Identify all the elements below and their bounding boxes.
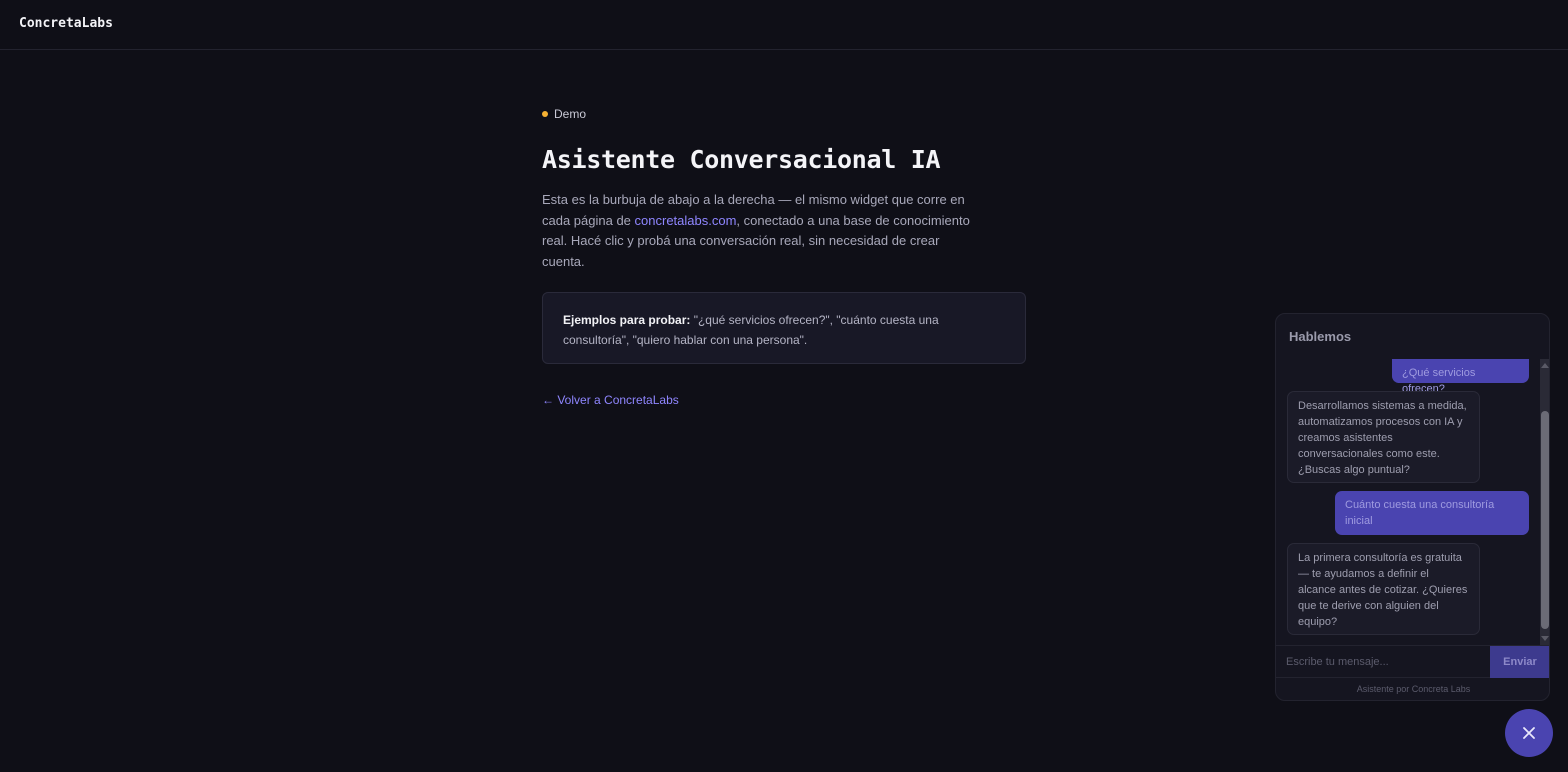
chat-scrollbar[interactable] (1540, 359, 1549, 645)
chat-message-user: ¿Qué servicios ofrecen? (1392, 359, 1529, 395)
close-icon (1523, 727, 1535, 739)
brand-logo[interactable]: ConcretaLabs (19, 16, 113, 31)
chat-message-bot: Desarrollamos sistemas a medida, automat… (1287, 391, 1480, 483)
chat-messages[interactable]: ¿Qué servicios ofrecen? Desarrollamos si… (1276, 359, 1540, 645)
page-title: Asistente Conversacional IA (542, 145, 941, 174)
chat-input-row: Enviar (1276, 645, 1549, 678)
chat-message-input[interactable] (1276, 646, 1490, 678)
chat-footer: Asistente por Concreta Labs (1356, 684, 1471, 694)
chat-message-user: Cuánto cuesta una consultoría inicial (1335, 491, 1529, 535)
page-description: Esta es la burbuja de abajo a la derecha… (542, 190, 972, 272)
chat-message-bot: La primera consultoría es gratuita — te … (1287, 543, 1480, 635)
scroll-thumb[interactable] (1541, 411, 1549, 629)
scroll-up-icon[interactable] (1541, 363, 1549, 368)
chat-title: Hablemos (1289, 329, 1352, 344)
send-button[interactable]: Enviar (1490, 646, 1549, 678)
main-content: Demo Asistente Conversacional IA Esta es… (542, 104, 1026, 409)
examples-box: Ejemplos para probar: "¿qué servicios of… (542, 292, 1026, 364)
eyebrow-label: Demo (554, 107, 587, 121)
top-navbar: ConcretaLabs (0, 0, 1568, 50)
scroll-down-icon[interactable] (1541, 636, 1549, 641)
status-dot-icon (542, 111, 548, 117)
back-link[interactable]: ← Volver a ConcretaLabs (542, 393, 679, 407)
eyebrow: Demo (542, 104, 1026, 124)
chat-toggle-button[interactable] (1505, 709, 1553, 757)
concretalabs-link[interactable]: concretalabs.com (635, 213, 737, 228)
chat-widget: Hablemos ¿Qué servicios ofrecen? Desarro… (1275, 313, 1550, 701)
examples-label: Ejemplos para probar: (563, 313, 691, 327)
